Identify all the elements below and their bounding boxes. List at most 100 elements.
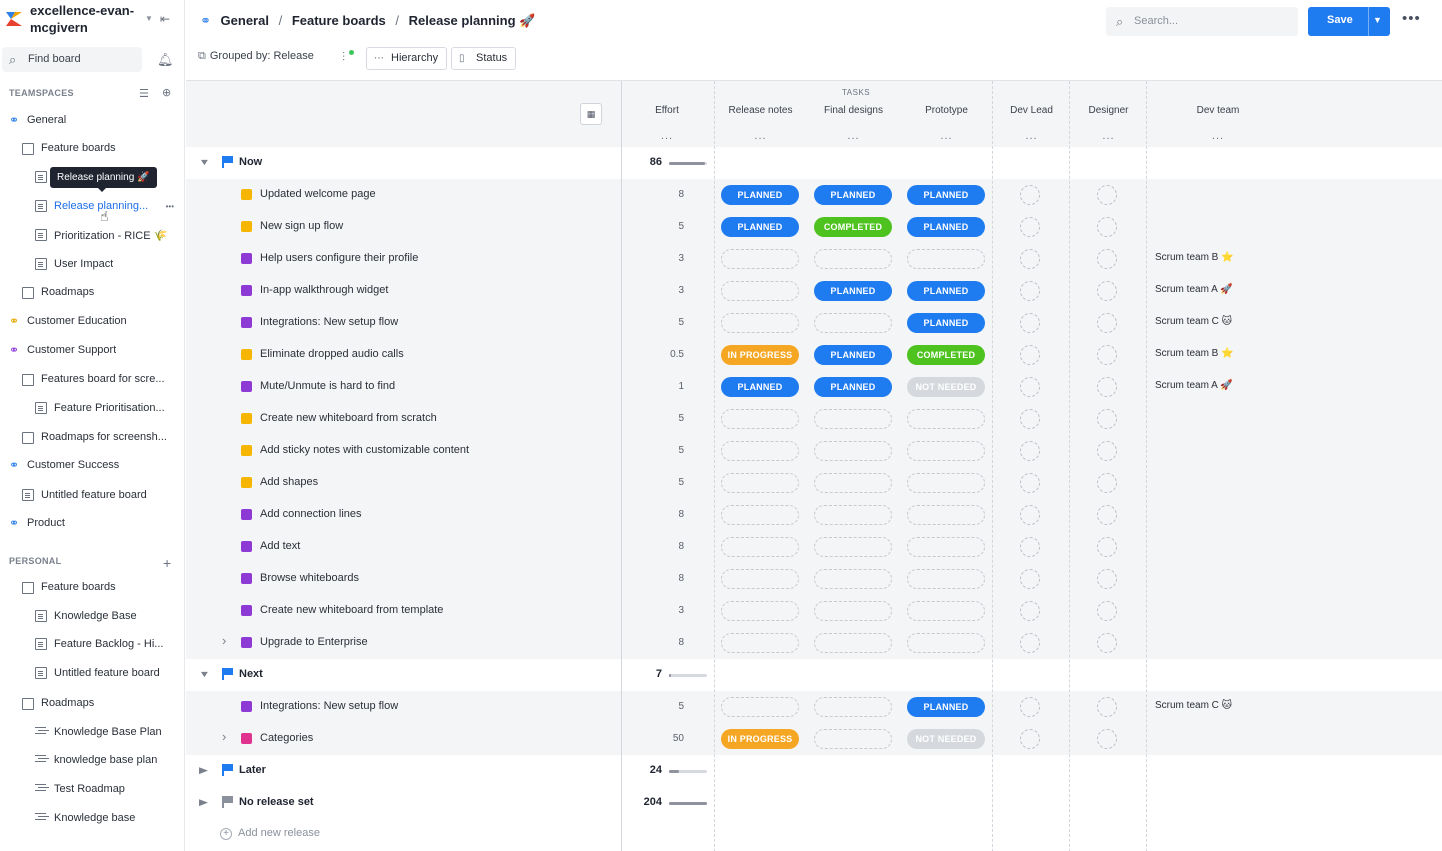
feature-name[interactable]: In-app walkthrough widget — [260, 284, 388, 296]
column-header-dev-team[interactable]: Dev team — [1147, 105, 1289, 116]
feature-name[interactable]: Create new whiteboard from template — [260, 604, 443, 616]
task-status-pill[interactable] — [814, 441, 892, 461]
dev-team-value[interactable]: Scrum team C 🐱 — [1155, 700, 1232, 711]
feature-row[interactable]: Browse whiteboards 8 — [186, 563, 1442, 595]
feature-name[interactable]: New sign up flow — [260, 220, 343, 232]
feature-effort[interactable]: 5 — [646, 221, 684, 232]
save-button[interactable]: Save ▼ — [1308, 7, 1390, 36]
feature-name[interactable]: Integrations: New setup flow — [260, 316, 398, 328]
feature-effort[interactable]: 5 — [646, 317, 684, 328]
dev-lead-avatar-placeholder[interactable] — [1020, 313, 1040, 333]
sidebar-item[interactable]: Features board for scre... — [0, 369, 184, 391]
task-status-pill[interactable] — [814, 249, 892, 269]
dev-lead-avatar-placeholder[interactable] — [1020, 537, 1040, 557]
feature-effort[interactable]: 5 — [646, 477, 684, 488]
task-status-pill[interactable]: PLANNED — [907, 185, 985, 205]
task-status-pill[interactable]: NOT NEEDED — [907, 729, 985, 749]
task-status-pill[interactable]: PLANNED — [907, 313, 985, 333]
more-options-icon[interactable]: ••• — [166, 202, 174, 211]
sidebar-item[interactable]: knowledge base plan — [0, 750, 184, 772]
task-status-pill[interactable] — [721, 281, 799, 301]
feature-name[interactable]: Add shapes — [260, 476, 318, 488]
feature-name[interactable]: Browse whiteboards — [260, 572, 359, 584]
task-status-pill[interactable] — [814, 409, 892, 429]
feature-row[interactable]: Create new whiteboard from scratch 5 — [186, 403, 1442, 435]
task-status-pill[interactable] — [907, 505, 985, 525]
sidebar-item[interactable]: Feature boards — [0, 577, 184, 599]
designer-avatar-placeholder[interactable] — [1097, 601, 1117, 621]
feature-row[interactable]: Updated welcome page 8 PLANNED PLANNED PLANN… — [186, 179, 1442, 211]
dev-lead-avatar-placeholder[interactable] — [1020, 217, 1040, 237]
feature-row[interactable]: Integrations: New setup flow 5 PLANNED Scru… — [186, 307, 1442, 339]
feature-row[interactable]: In-app walkthrough widget 3 PLANNED PLANNED… — [186, 275, 1442, 307]
column-menu-icon[interactable]: ... — [622, 130, 712, 142]
task-status-pill[interactable] — [907, 249, 985, 269]
column-header-final-designs[interactable]: Final designs — [807, 105, 900, 116]
task-status-pill[interactable] — [721, 505, 799, 525]
task-status-pill[interactable] — [721, 249, 799, 269]
sidebar-item[interactable]: Roadmaps for screensh... — [0, 427, 184, 449]
sidebar-item[interactable]: Test Roadmap — [0, 779, 184, 801]
dev-lead-avatar-placeholder[interactable] — [1020, 505, 1040, 525]
designer-avatar-placeholder[interactable] — [1097, 569, 1117, 589]
task-status-pill[interactable] — [721, 409, 799, 429]
designer-avatar-placeholder[interactable] — [1097, 729, 1117, 749]
designer-avatar-placeholder[interactable] — [1097, 441, 1117, 461]
dev-lead-avatar-placeholder[interactable] — [1020, 697, 1040, 717]
task-status-pill[interactable] — [721, 633, 799, 653]
dev-lead-avatar-placeholder[interactable] — [1020, 601, 1040, 621]
feature-effort[interactable]: 8 — [646, 541, 684, 552]
chevron-right-icon[interactable]: › — [222, 633, 226, 648]
chevron-down-icon[interactable]: ▼ — [199, 157, 211, 167]
feature-effort[interactable]: 5 — [646, 413, 684, 424]
task-status-pill[interactable] — [721, 313, 799, 333]
dev-lead-avatar-placeholder[interactable] — [1020, 569, 1040, 589]
dev-team-value[interactable]: Scrum team C 🐱 — [1155, 316, 1232, 327]
designer-avatar-placeholder[interactable] — [1097, 377, 1117, 397]
task-status-pill[interactable] — [814, 505, 892, 525]
feature-name[interactable]: Eliminate dropped audio calls — [260, 348, 404, 360]
status-button[interactable]: ▯ Status — [451, 47, 517, 70]
feature-effort[interactable]: 8 — [646, 509, 684, 520]
find-board-input[interactable]: ⌕ Find board — [2, 47, 142, 72]
sidebar-item[interactable]: Feature Prioritisation... — [0, 398, 184, 420]
task-status-pill[interactable] — [907, 569, 985, 589]
task-status-pill[interactable]: PLANNED — [814, 185, 892, 205]
sidebar-item[interactable]: ⚭ Customer Support — [0, 340, 184, 362]
column-menu-icon[interactable]: ... — [1070, 130, 1147, 142]
feature-row[interactable]: › Upgrade to Enterprise 8 — [186, 627, 1442, 659]
column-menu-icon[interactable]: ... — [900, 130, 993, 142]
task-status-pill[interactable] — [814, 697, 892, 717]
feature-effort[interactable]: 3 — [646, 253, 684, 264]
bell-icon[interactable]: 🔔︎ — [157, 52, 174, 68]
feature-name[interactable]: Add connection lines — [260, 508, 362, 520]
dev-lead-avatar-placeholder[interactable] — [1020, 473, 1040, 493]
task-status-pill[interactable] — [814, 473, 892, 493]
feature-row[interactable]: Eliminate dropped audio calls 0.5 IN PROGR… — [186, 339, 1442, 371]
feature-effort[interactable]: 5 — [646, 445, 684, 456]
task-status-pill[interactable] — [907, 441, 985, 461]
feature-name[interactable]: Updated welcome page — [260, 188, 376, 200]
task-status-pill[interactable]: PLANNED — [814, 377, 892, 397]
chevron-down-icon[interactable]: ▼ — [199, 669, 211, 679]
release-group-row[interactable]: ▶ No release set 204 — [186, 787, 1442, 819]
column-menu-icon[interactable]: ... — [714, 130, 807, 142]
sidebar-item[interactable]: User Impact — [0, 254, 184, 276]
workspace-name[interactable]: excellence-evan-mcgivern — [30, 2, 140, 36]
chevron-right-icon[interactable]: › — [222, 729, 226, 744]
designer-avatar-placeholder[interactable] — [1097, 473, 1117, 493]
column-header-designer[interactable]: Designer — [1070, 105, 1147, 116]
sidebar-item[interactable]: Roadmaps — [0, 282, 184, 304]
task-status-pill[interactable] — [814, 569, 892, 589]
feature-effort[interactable]: 8 — [646, 189, 684, 200]
feature-row[interactable]: Add sticky notes with customizable conte… — [186, 435, 1442, 467]
task-status-pill[interactable] — [721, 601, 799, 621]
column-header-release-notes[interactable]: Release notes — [714, 105, 807, 116]
task-status-pill[interactable] — [721, 473, 799, 493]
feature-row[interactable]: Create new whiteboard from template 3 — [186, 595, 1442, 627]
task-status-pill[interactable] — [814, 729, 892, 749]
feature-effort[interactable]: 50 — [646, 733, 684, 744]
sidebar-item[interactable]: ⚭ Customer Success — [0, 455, 184, 477]
sidebar-item[interactable]: Prioritization - RICE 🌾 — [0, 225, 184, 247]
add-circle-icon[interactable]: ⊕ — [162, 86, 171, 99]
